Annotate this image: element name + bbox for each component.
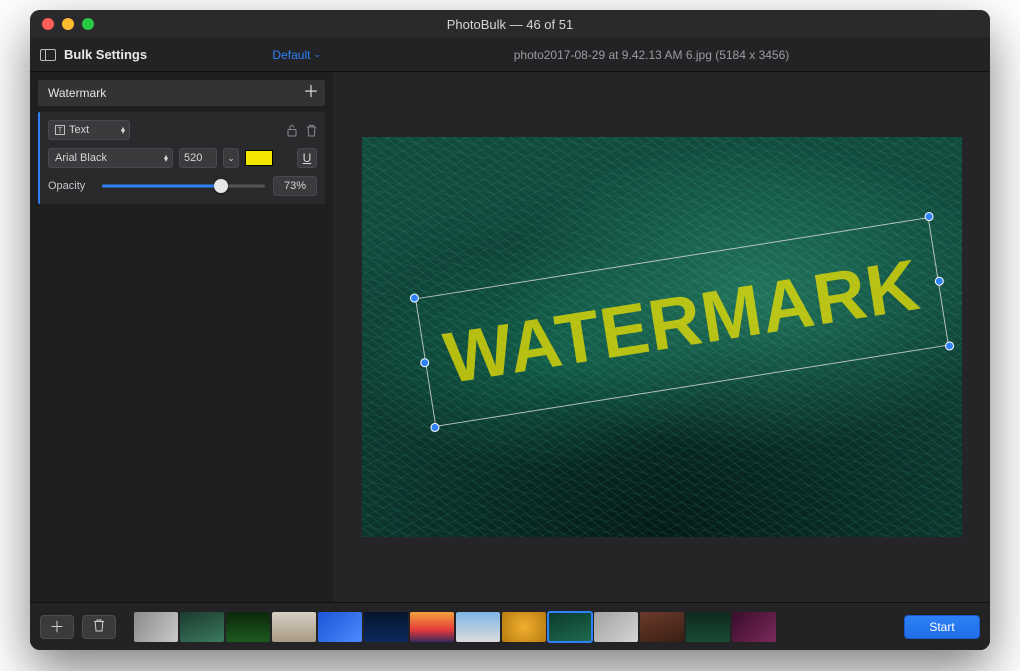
bulk-settings-label: Bulk Settings	[64, 47, 147, 62]
app-window: PhotoBulk — 46 of 51 Bulk Settings Defau…	[30, 10, 990, 650]
thumbnail[interactable]	[318, 612, 362, 642]
thumbnail[interactable]	[548, 612, 592, 642]
thumbnail[interactable]	[686, 612, 730, 642]
watermark-section-title: Watermark	[48, 86, 106, 100]
font-select[interactable]: Arial Black ▴▾	[48, 148, 173, 168]
window-title: PhotoBulk — 46 of 51	[30, 17, 990, 32]
thumbnail[interactable]	[364, 612, 408, 642]
font-name: Arial Black	[55, 152, 107, 164]
toolbar: Bulk Settings Default ⌄ photo2017-08-29 …	[30, 38, 990, 72]
current-file-info: photo2017-08-29 at 9.42.13 AM 6.jpg (518…	[333, 48, 970, 62]
opacity-slider-knob[interactable]	[214, 179, 228, 193]
thumbnail[interactable]	[502, 612, 546, 642]
preset-dropdown[interactable]: Default ⌄	[272, 48, 333, 62]
trash-icon	[93, 618, 105, 636]
plus-icon: ＋	[49, 616, 64, 637]
thumbnail[interactable]	[180, 612, 224, 642]
preset-label: Default	[272, 48, 310, 62]
font-size-value: 520	[184, 152, 202, 164]
start-label: Start	[929, 620, 954, 634]
thumbnail[interactable]	[272, 612, 316, 642]
svg-text:T: T	[58, 126, 63, 135]
watermark-type-select[interactable]: T Text ▴▾	[48, 120, 130, 140]
thumbnail[interactable]	[410, 612, 454, 642]
footer: ＋ Start	[30, 602, 990, 650]
sidebar-toggle-icon[interactable]	[40, 49, 56, 61]
resize-handle-bl[interactable]	[429, 422, 439, 432]
thumbnail[interactable]	[134, 612, 178, 642]
start-button[interactable]: Start	[904, 615, 980, 639]
preview-area: WATERMARK	[333, 72, 990, 602]
opacity-slider-fill	[102, 185, 221, 188]
watermark-panel: T Text ▴▾ Arial Blac	[38, 112, 325, 204]
thumbnail-strip[interactable]	[134, 612, 886, 642]
opacity-value[interactable]: 73%	[273, 176, 317, 196]
opacity-slider[interactable]	[102, 178, 265, 194]
thumbnail[interactable]	[226, 612, 270, 642]
watermark-bounding-box[interactable]: WATERMARK	[415, 217, 949, 427]
resize-handle-br[interactable]	[944, 341, 954, 351]
watermark-section-header[interactable]: Watermark ＋	[38, 80, 325, 106]
main-body: Watermark ＋ T Text ▴▾	[30, 72, 990, 602]
color-swatch[interactable]	[245, 150, 273, 166]
thumbnail[interactable]	[732, 612, 776, 642]
settings-sidebar: Watermark ＋ T Text ▴▾	[30, 72, 333, 602]
underline-toggle[interactable]: U	[297, 148, 317, 168]
add-watermark-button[interactable]: ＋	[303, 85, 319, 101]
thumbnail[interactable]	[594, 612, 638, 642]
font-size-input[interactable]: 520	[179, 148, 217, 168]
watermark-overlay-text[interactable]: WATERMARK	[415, 217, 949, 427]
image-canvas[interactable]: WATERMARK	[362, 137, 962, 537]
updown-icon: ▴▾	[121, 127, 123, 133]
updown-icon: ▴▾	[164, 155, 166, 161]
titlebar: PhotoBulk — 46 of 51	[30, 10, 990, 38]
thumbnail[interactable]	[456, 612, 500, 642]
unlock-icon[interactable]	[286, 124, 298, 137]
add-images-button[interactable]: ＋	[40, 615, 74, 639]
text-type-icon: T	[55, 125, 65, 135]
chevron-down-icon: ⌄	[313, 49, 321, 60]
font-size-stepper[interactable]: ⌄	[223, 148, 239, 168]
trash-icon[interactable]	[306, 124, 317, 137]
opacity-label: Opacity	[48, 180, 94, 192]
thumbnail[interactable]	[640, 612, 684, 642]
remove-image-button[interactable]	[82, 615, 116, 639]
type-label: Text	[69, 124, 89, 136]
